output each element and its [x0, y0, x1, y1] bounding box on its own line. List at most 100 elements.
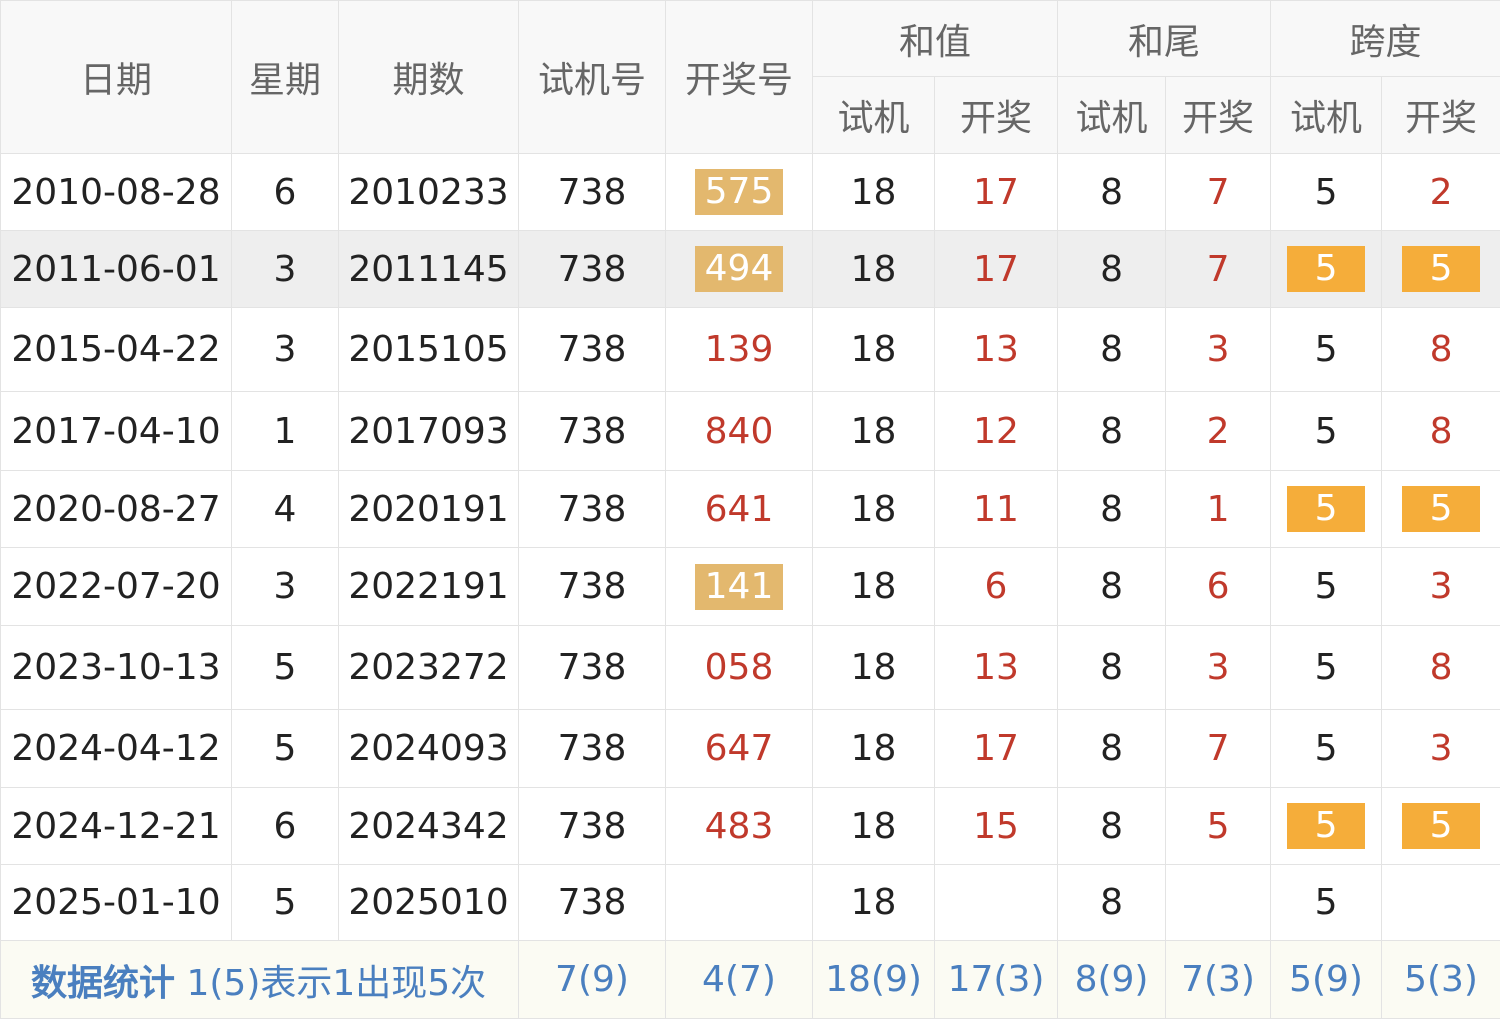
cell-weekday: 6	[232, 154, 339, 231]
cell-trial: 738	[519, 231, 666, 308]
table-row[interactable]: 2024-04-12 5 2024093 738 647 18 17 8 7 5…	[1, 710, 1500, 788]
cell-span-draw: 5	[1382, 231, 1500, 308]
cell-sum-trial: 18	[813, 231, 935, 308]
table-row[interactable]: 2020-08-27 4 2020191 738 641 18 11 8 1 5…	[1, 471, 1500, 548]
cell-span-trial: 5	[1271, 788, 1382, 865]
span-trial-highlight: 5	[1287, 246, 1366, 292]
cell-span-trial: 5	[1271, 626, 1382, 710]
cell-trial: 738	[519, 548, 666, 626]
cell-span-trial: 5	[1271, 154, 1382, 231]
cell-sum-draw: 13	[935, 626, 1058, 710]
cell-trial: 738	[519, 471, 666, 548]
lottery-table-container: 日期 星期 期数 试机号 开奖号 和值 和尾 跨度 试机 开奖 试机 开奖 试机…	[0, 0, 1500, 1018]
stats-title: 数据统计	[31, 963, 175, 1004]
cell-weekday: 3	[232, 308, 339, 392]
table-row[interactable]: 2025-01-10 5 2025010 738 18 8 5	[1, 865, 1500, 941]
span-draw-highlight: 5	[1402, 803, 1481, 849]
cell-issue: 2011145	[339, 231, 519, 308]
cell-weekday: 6	[232, 788, 339, 865]
cell-draw: 483	[666, 788, 813, 865]
table-row[interactable]: 2015-04-22 3 2015105 738 139 18 13 8 3 5…	[1, 308, 1500, 392]
cell-tail-draw: 1	[1166, 471, 1271, 548]
stats-span-draw: 5(3)	[1382, 941, 1500, 1019]
header-sum-draw[interactable]: 开奖	[935, 77, 1058, 154]
stats-sum-trial: 18(9)	[813, 941, 935, 1019]
cell-tail-trial: 8	[1058, 471, 1166, 548]
cell-tail-trial: 8	[1058, 392, 1166, 471]
stats-trial: 7(9)	[519, 941, 666, 1019]
cell-date: 2024-12-21	[1, 788, 232, 865]
header-span-draw[interactable]: 开奖	[1382, 77, 1500, 154]
draw-highlight: 575	[695, 169, 784, 215]
cell-sum-trial: 18	[813, 392, 935, 471]
cell-span-trial: 5	[1271, 392, 1382, 471]
cell-tail-trial: 8	[1058, 788, 1166, 865]
cell-date: 2022-07-20	[1, 548, 232, 626]
cell-sum-trial: 18	[813, 626, 935, 710]
table-row[interactable]: 2023-10-13 5 2023272 738 058 18 13 8 3 5…	[1, 626, 1500, 710]
stats-note: 1(5)表示1出现5次	[186, 963, 486, 1004]
cell-trial: 738	[519, 154, 666, 231]
cell-span-draw: 8	[1382, 392, 1500, 471]
header-draw-number[interactable]: 开奖号	[666, 1, 813, 154]
cell-sum-trial: 18	[813, 548, 935, 626]
header-sum-trial[interactable]: 试机	[813, 77, 935, 154]
cell-issue: 2024342	[339, 788, 519, 865]
header-date[interactable]: 日期	[1, 1, 232, 154]
cell-span-trial: 5	[1271, 231, 1382, 308]
table-row[interactable]: 2024-12-21 6 2024342 738 483 18 15 8 5 5…	[1, 788, 1500, 865]
header-trial-number[interactable]: 试机号	[519, 1, 666, 154]
cell-issue: 2010233	[339, 154, 519, 231]
cell-date: 2023-10-13	[1, 626, 232, 710]
stats-draw: 4(7)	[666, 941, 813, 1019]
cell-date: 2024-04-12	[1, 710, 232, 788]
cell-tail-trial: 8	[1058, 710, 1166, 788]
cell-tail-trial: 8	[1058, 626, 1166, 710]
header-sum-group[interactable]: 和值	[813, 1, 1058, 77]
header-span-group[interactable]: 跨度	[1271, 1, 1500, 77]
header-row-1: 日期 星期 期数 试机号 开奖号 和值 和尾 跨度	[1, 1, 1500, 77]
cell-draw: 139	[666, 308, 813, 392]
cell-span-trial: 5	[1271, 471, 1382, 548]
cell-tail-trial: 8	[1058, 548, 1166, 626]
span-trial-highlight: 5	[1287, 803, 1366, 849]
table-row[interactable]: 2010-08-28 6 2010233 738 575 18 17 8 7 5…	[1, 154, 1500, 231]
stats-label-cell: 数据统计 1(5)表示1出现5次	[1, 941, 519, 1019]
cell-date: 2025-01-10	[1, 865, 232, 941]
cell-span-trial: 5	[1271, 308, 1382, 392]
cell-date: 2010-08-28	[1, 154, 232, 231]
header-span-trial[interactable]: 试机	[1271, 77, 1382, 154]
cell-sum-trial: 18	[813, 154, 935, 231]
stats-sum-draw: 17(3)	[935, 941, 1058, 1019]
header-tail-trial[interactable]: 试机	[1058, 77, 1166, 154]
cell-issue: 2025010	[339, 865, 519, 941]
span-draw-highlight: 5	[1402, 246, 1481, 292]
cell-trial: 738	[519, 626, 666, 710]
cell-tail-trial: 8	[1058, 308, 1166, 392]
table-row[interactable]: 2017-04-10 1 2017093 738 840 18 12 8 2 5…	[1, 392, 1500, 471]
table-row[interactable]: 2022-07-20 3 2022191 738 141 18 6 8 6 5 …	[1, 548, 1500, 626]
cell-sum-trial: 18	[813, 865, 935, 941]
cell-span-draw: 2	[1382, 154, 1500, 231]
cell-tail-draw: 3	[1166, 308, 1271, 392]
cell-issue: 2024093	[339, 710, 519, 788]
draw-highlight: 494	[695, 246, 784, 292]
cell-weekday: 5	[232, 865, 339, 941]
cell-tail-draw: 7	[1166, 154, 1271, 231]
cell-tail-draw	[1166, 865, 1271, 941]
header-weekday[interactable]: 星期	[232, 1, 339, 154]
cell-sum-trial: 18	[813, 788, 935, 865]
header-tail-draw[interactable]: 开奖	[1166, 77, 1271, 154]
cell-sum-draw: 17	[935, 710, 1058, 788]
cell-draw: 575	[666, 154, 813, 231]
cell-issue: 2015105	[339, 308, 519, 392]
stats-tail-trial: 8(9)	[1058, 941, 1166, 1019]
cell-trial: 738	[519, 710, 666, 788]
header-issue[interactable]: 期数	[339, 1, 519, 154]
cell-span-trial: 5	[1271, 865, 1382, 941]
table-row[interactable]: 2011-06-01 3 2011145 738 494 18 17 8 7 5…	[1, 231, 1500, 308]
table-body: 2010-08-28 6 2010233 738 575 18 17 8 7 5…	[1, 154, 1500, 1019]
cell-trial: 738	[519, 392, 666, 471]
header-tail-group[interactable]: 和尾	[1058, 1, 1271, 77]
draw-highlight: 141	[695, 564, 784, 610]
